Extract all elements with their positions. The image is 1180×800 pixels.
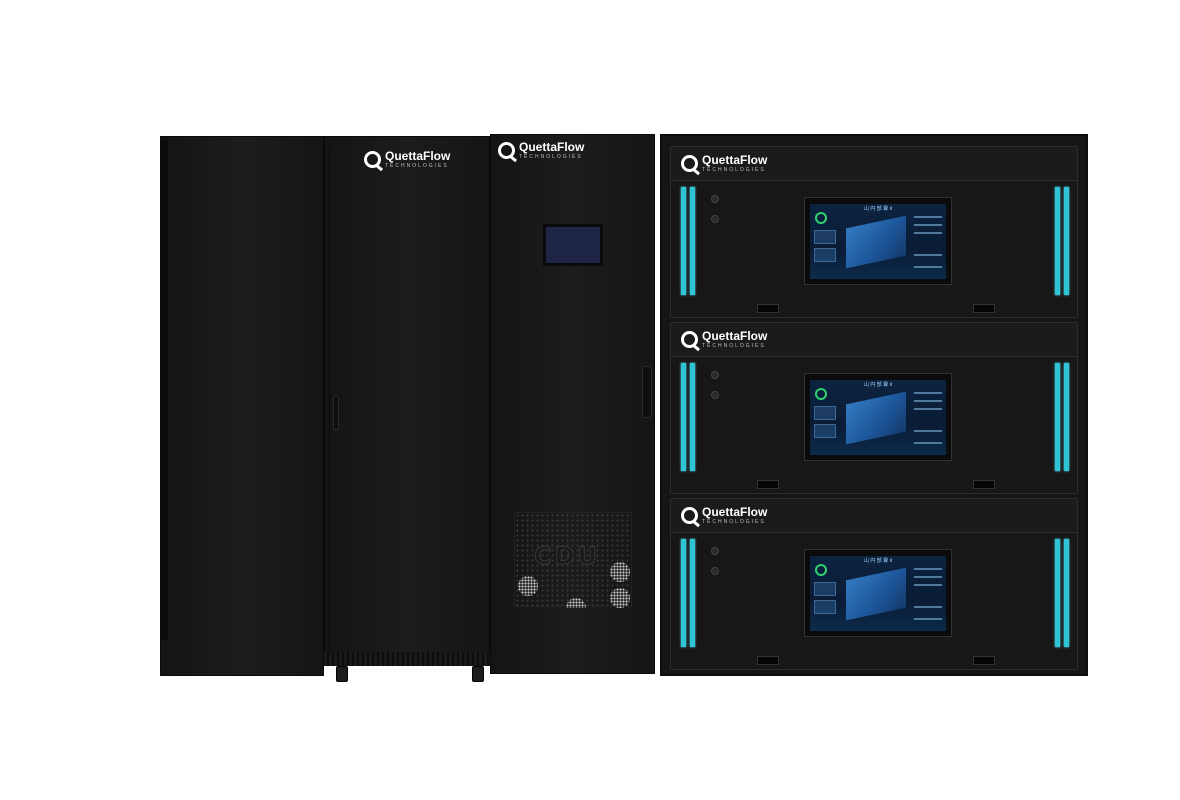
touchscreen-bezel: 山 円 部 寶 Ⅱ bbox=[804, 197, 952, 285]
brand-tagline: TECHNOLOGIES bbox=[702, 343, 766, 349]
screen-line bbox=[914, 400, 942, 402]
brand-name: QuettaFlow bbox=[702, 329, 768, 343]
brand-mark-icon bbox=[364, 151, 381, 168]
indicator-strip bbox=[690, 187, 695, 295]
reset-button[interactable] bbox=[711, 567, 719, 575]
brand-tagline: TECHNOLOGIES bbox=[702, 519, 766, 525]
brand-logo: QuettaFlow TECHNOLOGIES bbox=[364, 150, 450, 169]
indicator-strip bbox=[1055, 539, 1060, 647]
indicator-strip bbox=[681, 539, 686, 647]
brand-mark-icon bbox=[681, 155, 698, 172]
reset-button[interactable] bbox=[711, 391, 719, 399]
screen-line bbox=[914, 430, 942, 432]
indicator-strip bbox=[1055, 187, 1060, 295]
brand-name: QuettaFlow bbox=[519, 140, 585, 154]
cabinet-rack bbox=[324, 136, 490, 656]
screen-panel bbox=[814, 248, 836, 262]
brand-tagline: TECHNOLOGIES bbox=[702, 167, 766, 173]
screen-title: 山 円 部 寶 Ⅱ bbox=[863, 558, 893, 564]
screen-line bbox=[914, 606, 942, 608]
cooling-module: QuettaFlow TECHNOLOGIES 山 円 部 寶 Ⅱ bbox=[670, 322, 1078, 494]
fan-grille-icon bbox=[610, 562, 630, 582]
indicator-strip bbox=[1064, 363, 1069, 471]
brand-mark-icon bbox=[681, 331, 698, 348]
touchscreen[interactable]: 山 円 部 寶 Ⅱ bbox=[810, 556, 946, 631]
handle-slot[interactable] bbox=[757, 480, 779, 489]
handle-slot[interactable] bbox=[973, 480, 995, 489]
touchscreen[interactable]: 山 円 部 寶 Ⅱ bbox=[810, 380, 946, 455]
brand-logo: QuettaFlow TECHNOLOGIES bbox=[681, 154, 767, 173]
caster-wheel bbox=[336, 666, 348, 682]
touchscreen-bezel: 山 円 部 寶 Ⅱ bbox=[804, 373, 952, 461]
screen-panel bbox=[814, 582, 836, 596]
reset-button[interactable] bbox=[711, 215, 719, 223]
brand-logo: QuettaFlow TECHNOLOGIES bbox=[681, 506, 767, 525]
brand-mark-icon bbox=[681, 507, 698, 524]
brand-name: QuettaFlow bbox=[702, 153, 768, 167]
brand-name: QuettaFlow bbox=[702, 505, 768, 519]
gauge-icon bbox=[815, 564, 827, 576]
door-handle[interactable] bbox=[333, 396, 339, 430]
screen-panel bbox=[814, 600, 836, 614]
power-button[interactable] bbox=[711, 195, 719, 203]
screen-panel bbox=[814, 406, 836, 420]
screen-title: 山 円 部 寶 Ⅱ bbox=[863, 206, 893, 212]
caster-wheel bbox=[472, 666, 484, 682]
screen-line bbox=[914, 216, 942, 218]
brand-mark-icon bbox=[498, 142, 515, 159]
cdu-display[interactable] bbox=[543, 224, 603, 266]
cooling-module: QuettaFlow TECHNOLOGIES 山 円 部 寶 Ⅱ bbox=[670, 146, 1078, 318]
cabinet-rack-seam bbox=[329, 150, 330, 650]
cabinet-rack-base bbox=[324, 652, 490, 666]
door-handle[interactable] bbox=[642, 366, 652, 418]
screen-panel bbox=[814, 230, 836, 244]
screen-line bbox=[914, 224, 942, 226]
cabinet-left bbox=[160, 136, 324, 676]
touchscreen-bezel: 山 円 部 寶 Ⅱ bbox=[804, 549, 952, 637]
fan-grille-icon bbox=[610, 588, 630, 608]
gauge-icon bbox=[815, 212, 827, 224]
cdu-label: CDU bbox=[533, 542, 601, 571]
brand-tagline: TECHNOLOGIES bbox=[385, 163, 449, 169]
power-button[interactable] bbox=[711, 371, 719, 379]
brand-name: QuettaFlow bbox=[385, 149, 451, 163]
indicator-strip bbox=[690, 363, 695, 471]
screen-line bbox=[914, 254, 942, 256]
screen-line bbox=[914, 568, 942, 570]
screen-line bbox=[914, 576, 942, 578]
handle-slot[interactable] bbox=[973, 656, 995, 665]
handle-slot[interactable] bbox=[757, 656, 779, 665]
equipment-diagram-icon bbox=[846, 567, 906, 621]
brand-tagline: TECHNOLOGIES bbox=[519, 154, 583, 160]
equipment-diagram-icon bbox=[846, 391, 906, 445]
gauge-icon bbox=[815, 388, 827, 400]
brand-logo: QuettaFlow TECHNOLOGIES bbox=[681, 330, 767, 349]
indicator-strip bbox=[681, 363, 686, 471]
handle-slot[interactable] bbox=[757, 304, 779, 313]
cooling-module: QuettaFlow TECHNOLOGIES 山 円 部 寶 Ⅱ bbox=[670, 498, 1078, 670]
touchscreen[interactable]: 山 円 部 寶 Ⅱ bbox=[810, 204, 946, 279]
cabinet-left-edge bbox=[160, 140, 168, 640]
screen-line bbox=[914, 618, 942, 620]
fan-grille-icon bbox=[518, 576, 538, 596]
screen-title: 山 円 部 寶 Ⅱ bbox=[863, 382, 893, 388]
screen-panel bbox=[814, 424, 836, 438]
power-button[interactable] bbox=[711, 547, 719, 555]
indicator-strip bbox=[681, 187, 686, 295]
screen-line bbox=[914, 232, 942, 234]
indicator-strip bbox=[1055, 363, 1060, 471]
screen-line bbox=[914, 584, 942, 586]
equipment-diagram-icon bbox=[846, 215, 906, 269]
screen-line bbox=[914, 266, 942, 268]
indicator-strip bbox=[690, 539, 695, 647]
screen-line bbox=[914, 392, 942, 394]
screen-line bbox=[914, 408, 942, 410]
brand-logo: QuettaFlow TECHNOLOGIES bbox=[498, 141, 584, 160]
handle-slot[interactable] bbox=[973, 304, 995, 313]
screen-line bbox=[914, 442, 942, 444]
indicator-strip bbox=[1064, 539, 1069, 647]
indicator-strip bbox=[1064, 187, 1069, 295]
